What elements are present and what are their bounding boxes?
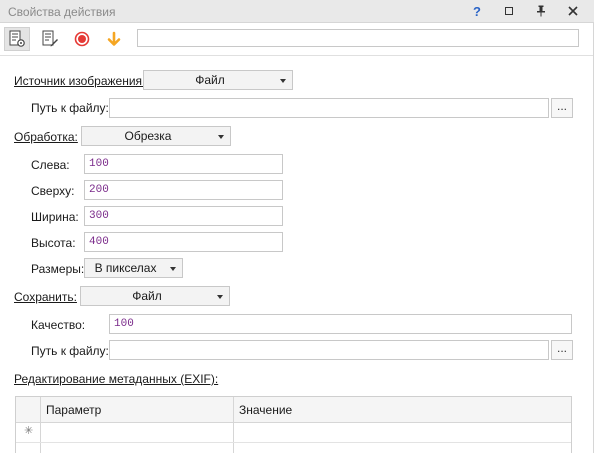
quality-label: Качество: <box>31 318 86 332</box>
help-button[interactable]: ? <box>466 2 488 20</box>
properties-button[interactable] <box>4 27 30 51</box>
height-input[interactable] <box>84 232 283 252</box>
source-path-label: Путь к файлу: <box>31 101 109 115</box>
pin-icon <box>537 5 545 17</box>
size-units-dropdown[interactable]: В пикселах <box>84 258 183 278</box>
chevron-down-icon <box>218 135 224 139</box>
size-units-value: В пикселах <box>94 261 157 275</box>
arrow-down-icon <box>107 31 121 46</box>
source-label[interactable]: Источник изображения: <box>14 74 145 88</box>
toolbar <box>0 23 594 56</box>
source-browse-button[interactable]: ... <box>551 98 573 118</box>
height-label: Высота: <box>31 236 76 250</box>
close-button[interactable] <box>562 2 584 20</box>
grid-new-row[interactable] <box>16 422 571 443</box>
edit-notes-icon <box>42 30 58 47</box>
size-units-label: Размеры: <box>31 262 85 276</box>
maximize-button[interactable] <box>498 2 520 20</box>
source-dropdown[interactable]: Файл <box>143 70 293 90</box>
edit-notes-button[interactable] <box>37 27 63 51</box>
top-label: Сверху: <box>31 184 75 198</box>
window-title: Свойства действия <box>8 5 116 19</box>
chevron-down-icon <box>217 295 223 299</box>
source-path-input[interactable] <box>109 98 549 118</box>
metadata-grid: Параметр Значение ✳ <box>15 396 572 453</box>
close-icon <box>568 6 578 16</box>
processing-dropdown-value: Обрезка <box>124 129 172 143</box>
quality-input[interactable] <box>109 314 572 334</box>
save-dropdown-value: Файл <box>132 289 162 303</box>
save-label[interactable]: Сохранить: <box>14 290 77 304</box>
save-dropdown[interactable]: Файл <box>80 286 230 306</box>
record-button[interactable] <box>69 27 95 51</box>
toolbar-search-input[interactable] <box>137 29 579 47</box>
width-label: Ширина: <box>31 210 79 224</box>
save-browse-button[interactable]: ... <box>551 340 573 360</box>
column-header-value[interactable]: Значение <box>239 403 292 417</box>
new-row-icon: ✳ <box>24 425 34 437</box>
title-bar: Свойства действия ? <box>0 0 594 23</box>
save-path-label: Путь к файлу: <box>31 344 109 358</box>
maximize-icon <box>505 7 513 15</box>
width-input[interactable] <box>84 206 283 226</box>
move-down-button[interactable] <box>101 27 127 51</box>
chevron-down-icon <box>280 79 286 83</box>
save-path-input[interactable] <box>109 340 549 360</box>
pin-button[interactable] <box>530 2 552 20</box>
processing-label[interactable]: Обработка: <box>14 130 78 144</box>
metadata-label[interactable]: Редактирование метаданных (EXIF): <box>14 372 218 386</box>
record-icon <box>74 31 90 47</box>
source-dropdown-value: Файл <box>195 73 225 87</box>
chevron-down-icon <box>170 267 176 271</box>
left-input[interactable] <box>84 154 283 174</box>
top-input[interactable] <box>84 180 283 200</box>
column-header-parameter[interactable]: Параметр <box>46 403 101 417</box>
left-label: Слева: <box>31 158 70 172</box>
properties-settings-icon <box>9 30 25 47</box>
processing-dropdown[interactable]: Обрезка <box>81 126 231 146</box>
